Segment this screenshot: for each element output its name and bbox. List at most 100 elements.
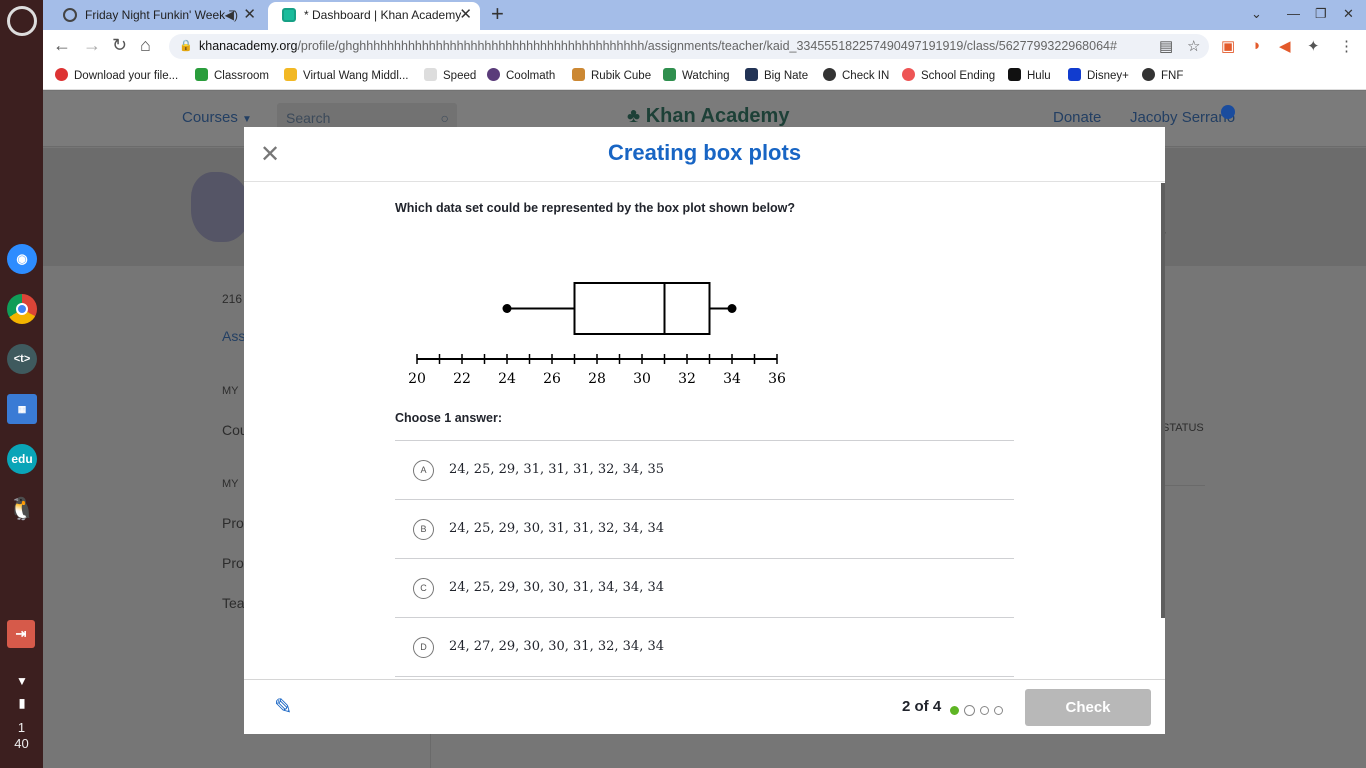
answer-choice-a[interactable]: A 24, 25, 29, 31, 31, 31, 32, 34, 35 bbox=[395, 441, 1014, 500]
bookmark-item[interactable]: Rubik Cube bbox=[572, 68, 651, 82]
bookmark-star-icon[interactable]: ☆ bbox=[1187, 37, 1200, 55]
clock[interactable]: 1 40 bbox=[0, 720, 43, 752]
close-tab-icon[interactable]: ✕ bbox=[243, 2, 256, 28]
text-editor-icon[interactable]: <t> bbox=[7, 344, 37, 374]
big-nate-icon bbox=[745, 68, 758, 81]
back-icon[interactable]: ← bbox=[53, 35, 71, 56]
user-menu[interactable]: Jacoby Serrano bbox=[1130, 109, 1235, 126]
menu-kebab-icon[interactable]: ⋮ bbox=[1339, 37, 1354, 55]
quartile-box bbox=[573, 282, 711, 335]
classroom-icon bbox=[195, 68, 208, 81]
courses-menu[interactable]: Courses ▼ bbox=[182, 109, 252, 126]
bookmark-item[interactable]: FNF bbox=[1142, 68, 1183, 82]
tick-label: 36 bbox=[768, 371, 786, 387]
puzzle-icon[interactable]: ✦ bbox=[1307, 37, 1320, 55]
modal-header: ✕ Creating box plots bbox=[244, 127, 1165, 182]
close-window-icon[interactable]: ✕ bbox=[1343, 6, 1354, 22]
bookmark-label: School Ending bbox=[921, 70, 996, 82]
bookmark-item[interactable]: Big Nate bbox=[745, 68, 808, 82]
bookmark-label: Check IN bbox=[842, 70, 890, 82]
answer-choice-b[interactable]: B 24, 25, 29, 30, 31, 31, 32, 34, 34 bbox=[395, 500, 1014, 559]
bookmark-label: Watching bbox=[682, 70, 730, 82]
choice-text: 24, 25, 29, 31, 31, 31, 32, 34, 35 bbox=[449, 462, 664, 477]
bookmark-item[interactable]: Virtual Wang Middl... bbox=[284, 68, 408, 82]
download-icon bbox=[55, 68, 68, 81]
forward-icon[interactable]: → bbox=[83, 35, 101, 56]
khan-logo[interactable]: ♣ Khan Academy bbox=[627, 105, 789, 128]
tick-label: 30 bbox=[633, 371, 651, 387]
bookmark-label: Rubik Cube bbox=[591, 70, 652, 82]
new-tab-icon[interactable]: + bbox=[491, 2, 504, 26]
choice-letter: A bbox=[413, 460, 434, 481]
speaker-icon[interactable]: ◀) bbox=[225, 2, 238, 28]
scratchpad-pencil-icon[interactable]: ✎ bbox=[274, 694, 292, 720]
tab-fnf[interactable]: Friday Night Funkin' Week 7 ◀) ✕ bbox=[49, 2, 264, 30]
answer-choice-d[interactable]: D 24, 27, 29, 30, 30, 31, 32, 34, 34 bbox=[395, 618, 1014, 677]
question-text: Which data set could be represented by t… bbox=[395, 201, 796, 215]
bookmark-label: Disney+ bbox=[1087, 70, 1129, 82]
reload-icon[interactable]: ↻ bbox=[112, 35, 127, 56]
donate-link[interactable]: Donate bbox=[1053, 109, 1101, 126]
install-icon[interactable]: ▤ bbox=[1159, 37, 1173, 55]
tick-label: 20 bbox=[408, 371, 426, 387]
sidebar-item[interactable]: Pro bbox=[222, 515, 244, 531]
status-column-header: STATUS bbox=[1162, 422, 1204, 434]
extension-megaphone-icon[interactable]: ◀ bbox=[1279, 37, 1291, 55]
home-icon[interactable]: ⌂ bbox=[140, 35, 151, 56]
close-tab-icon[interactable]: ✕ bbox=[459, 2, 472, 28]
progress-dot-complete bbox=[950, 706, 959, 715]
edu-icon[interactable]: edu bbox=[7, 444, 37, 474]
tab-strip: Friday Night Funkin' Week 7 ◀) ✕ * Dashb… bbox=[43, 0, 1366, 30]
globe-icon bbox=[63, 8, 77, 22]
tick-label: 32 bbox=[678, 371, 696, 387]
notification-dot[interactable] bbox=[1221, 105, 1235, 119]
calendar-icon[interactable]: ▦ bbox=[7, 394, 37, 424]
assignments-tab[interactable]: Ass bbox=[222, 328, 245, 344]
restore-icon[interactable]: ❐ bbox=[1315, 6, 1327, 22]
bookmark-label: FNF bbox=[1161, 70, 1184, 82]
check-button[interactable]: Check bbox=[1025, 689, 1151, 726]
choice-text: 24, 25, 29, 30, 30, 31, 34, 34, 34 bbox=[449, 580, 664, 595]
bookmark-item[interactable]: Disney+ bbox=[1068, 68, 1129, 82]
bookmark-item[interactable]: Check IN bbox=[823, 68, 889, 82]
launcher-icon[interactable] bbox=[7, 6, 37, 36]
box-plot: 20 22 24 26 28 30 32 34 36 bbox=[408, 282, 786, 387]
exit-icon[interactable]: ⇥ bbox=[7, 620, 35, 648]
sidebar-item[interactable]: Pro bbox=[222, 555, 244, 571]
address-bar[interactable]: 🔒 khanacademy.org/profile/ghghhhhhhhhhhh… bbox=[169, 34, 1209, 59]
os-shelf: ◉ <t> ▦ edu 🐧 ⇥ ▼ ▮ 1 40 bbox=[0, 0, 43, 768]
sidebar-item[interactable]: Tea bbox=[222, 595, 245, 611]
scrollbar[interactable] bbox=[1161, 183, 1165, 618]
bookmark-item[interactable]: School Ending bbox=[902, 68, 995, 82]
answer-choices: A 24, 25, 29, 31, 31, 31, 32, 34, 35 B 2… bbox=[395, 440, 1014, 677]
bookmark-item[interactable]: Watching bbox=[663, 68, 730, 82]
browser-toolbar: ← → ↻ ⌂ 🔒 khanacademy.org/profile/ghghhh… bbox=[43, 30, 1366, 62]
tab-search-icon[interactable]: ⌄ bbox=[1251, 6, 1262, 22]
khan-academy-favicon-icon bbox=[282, 8, 296, 22]
progress-dot-current bbox=[964, 705, 975, 716]
bookmark-item[interactable]: Classroom bbox=[195, 68, 269, 82]
count-text: 216 bbox=[222, 292, 243, 306]
watching-icon bbox=[663, 68, 676, 81]
bookmark-item[interactable]: Hulu bbox=[1008, 68, 1051, 82]
tab-dashboard[interactable]: * Dashboard | Khan Academy ✕ bbox=[268, 2, 480, 30]
modal-title: Creating box plots bbox=[607, 140, 802, 165]
bookmark-label: Hulu bbox=[1027, 70, 1051, 82]
extension-icon[interactable]: ◑ bbox=[1251, 37, 1260, 54]
rubik-cube-icon bbox=[572, 68, 585, 81]
bookmark-item[interactable]: Coolmath bbox=[487, 68, 555, 82]
penguin-icon[interactable]: 🐧 bbox=[7, 494, 37, 524]
choice-text: 24, 27, 29, 30, 30, 31, 32, 34, 34 bbox=[449, 639, 664, 654]
bookmark-label: Virtual Wang Middl... bbox=[303, 70, 409, 82]
url-path: /profile/ghghhhhhhhhhhhhhhhhhhhhhhhhhhhh… bbox=[297, 39, 1117, 53]
tick-label: 24 bbox=[498, 371, 516, 387]
chrome-icon[interactable] bbox=[7, 294, 37, 324]
extension-new-icon[interactable]: ▣ bbox=[1221, 37, 1235, 55]
tick-label: 34 bbox=[723, 371, 741, 387]
answer-choice-c[interactable]: C 24, 25, 29, 30, 30, 31, 34, 34, 34 bbox=[395, 559, 1014, 618]
zoom-icon[interactable]: ◉ bbox=[7, 244, 37, 274]
minimize-icon[interactable]: — bbox=[1287, 6, 1300, 21]
bookmark-item[interactable]: Speed bbox=[424, 68, 476, 82]
bookmark-item[interactable]: Download your file... bbox=[55, 68, 178, 82]
modal-body: Which data set could be represented by t… bbox=[244, 183, 1165, 679]
